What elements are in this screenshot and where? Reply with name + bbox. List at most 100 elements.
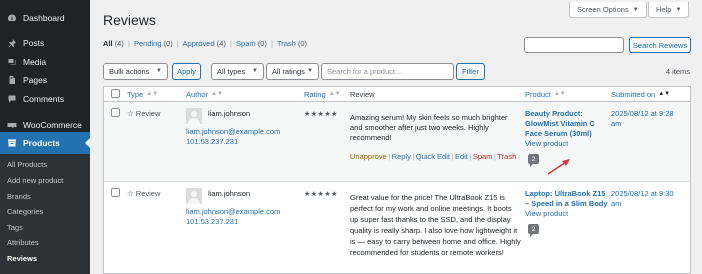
view-product-link[interactable]: View product	[525, 139, 568, 149]
submenu-tags[interactable]: Tags	[7, 223, 23, 232]
types-select[interactable]: All types ▼	[211, 63, 264, 80]
filter-approved[interactable]: Approved	[183, 39, 215, 48]
submenu-all-products[interactable]: All Products	[7, 160, 47, 169]
sort-icon: ▲▼	[146, 91, 159, 97]
page-title: Reviews	[103, 12, 156, 28]
reviews-table: Type ▲▼ Author ▲▼ Rating ▲▼ Review Product ▲…	[103, 86, 691, 274]
caret-down-icon: ▼	[632, 6, 639, 13]
author-ip-link[interactable]: 101.53.237.231	[186, 137, 238, 147]
review-text-line: Amazing serum! My skin feels so much bri…	[350, 113, 508, 122]
avatar	[186, 108, 202, 124]
separator: |	[270, 39, 273, 48]
menu-comments[interactable]: Comments	[0, 88, 90, 110]
separator: |	[493, 152, 496, 161]
review-text-line: quality is really sharp. I also love how…	[350, 226, 518, 235]
product-search-input[interactable]: Search for a product...	[321, 63, 454, 80]
spam-link[interactable]: Spam	[473, 152, 493, 161]
media-icon	[7, 57, 17, 67]
status-filter-links: All (4) | Pending (0) | Approved (4) | S…	[103, 39, 307, 48]
submitted-on-link[interactable]: am	[611, 119, 621, 129]
trash-link[interactable]: Trash	[497, 152, 516, 161]
column-rating[interactable]: Rating ▲▼	[304, 87, 341, 101]
product-link-line[interactable]: Face Serum (30ml)	[525, 129, 592, 139]
column-author[interactable]: Author ▲▼	[186, 87, 223, 101]
column-label: Product	[525, 89, 551, 99]
screen-options-button[interactable]: Screen Options ▼	[569, 2, 647, 18]
filter-all[interactable]: All	[103, 39, 113, 48]
sort-icon: ▲▼	[211, 91, 223, 97]
separator: |	[469, 152, 472, 161]
author-email-link[interactable]: liam.johnson@example.com	[186, 207, 280, 217]
product-link-line[interactable]: Laptop: UltraBook Z15	[525, 189, 605, 199]
product-link-line[interactable]: Beauty Product:	[525, 109, 583, 119]
submenu-reviews[interactable]: Reviews	[7, 254, 37, 263]
chevron-down-icon: ▼	[252, 68, 258, 74]
help-label: Help	[656, 5, 672, 14]
review-text-line: up super fast thanks to the SSD, and the…	[350, 215, 511, 224]
search-reviews-button[interactable]: Search Reviews	[629, 37, 691, 53]
submenu-add-new-product[interactable]: Add new product	[7, 176, 63, 185]
row-checkbox[interactable]	[111, 108, 120, 117]
product-search-placeholder: Search for a product...	[327, 67, 402, 76]
search-reviews-input[interactable]	[524, 37, 624, 53]
chevron-down-icon: ▼	[307, 68, 313, 74]
submitted-on-link[interactable]: 2025/08/12 at 9:28	[611, 109, 674, 119]
review-text-line: Great value for the price! The UltraBook…	[350, 193, 505, 202]
menu-label: WooCommerce	[23, 120, 82, 130]
menu-dashboard[interactable]: Dashboard	[0, 7, 90, 29]
woocommerce-icon	[7, 120, 17, 130]
column-submitted-on[interactable]: Submitted on ▲▼	[611, 87, 670, 101]
rating-stars: ★★★★★	[304, 111, 338, 118]
filter-trash[interactable]: Trash	[277, 39, 296, 48]
reply-link[interactable]: Reply	[392, 152, 411, 161]
help-button[interactable]: Help ▼	[648, 2, 690, 18]
separator: |	[176, 39, 179, 48]
review-text-line: perfect for my work and online meetings.…	[350, 204, 512, 213]
product-link-line[interactable]: GlowMist Vitamin C	[525, 119, 595, 129]
rating-stars: ★★★★★	[304, 191, 338, 198]
filter-spam[interactable]: Spam	[236, 39, 256, 48]
filter-all-count: (4)	[114, 39, 124, 48]
filter-button[interactable]: Filter	[456, 63, 485, 80]
admin-sidebar: Dashboard Posts Media Pages Comments Woo…	[0, 0, 90, 274]
column-product[interactable]: Product ▲▼	[525, 87, 566, 101]
separator: |	[127, 39, 130, 48]
submenu-attributes[interactable]: Attributes	[7, 238, 39, 247]
view-product-link[interactable]: View product	[525, 209, 568, 219]
edit-link[interactable]: Edit	[455, 152, 468, 161]
menu-label: Pages	[23, 75, 48, 85]
archive-icon	[7, 138, 17, 148]
ratings-select[interactable]: All ratings ▼	[266, 63, 319, 80]
dashboard-icon	[7, 13, 17, 23]
product-link-line[interactable]: – Speed in a Slim Body	[525, 199, 608, 209]
unapprove-link[interactable]: Unapprove	[350, 152, 387, 161]
submenu-categories[interactable]: Categories	[7, 207, 43, 216]
apply-button[interactable]: Apply	[172, 63, 201, 80]
review-text-line: recommend!	[350, 133, 392, 142]
submitted-on-link[interactable]: am	[611, 199, 621, 209]
page-icon	[7, 75, 17, 85]
sort-icon: ▲▼	[553, 91, 566, 97]
comment-count-badge[interactable]: 2	[528, 224, 539, 237]
row-actions: Unapprove | Reply | Quick Edit | Edit | Spam | Tra…	[350, 152, 516, 161]
menu-products[interactable]: Products	[0, 132, 90, 154]
author-name: liam.johnson	[208, 109, 251, 118]
author-email-link[interactable]: liam.johnson@example.com	[186, 127, 280, 137]
screen-options-label: Screen Options	[577, 5, 629, 14]
quick-edit-link[interactable]: Quick Edit	[416, 152, 450, 161]
filter-pending[interactable]: Pending	[134, 39, 162, 48]
comment-count-badge[interactable]: 2	[528, 154, 539, 167]
bulk-actions-select[interactable]: Bulk actions ▼	[103, 63, 168, 80]
menu-label: Media	[23, 57, 47, 67]
column-type[interactable]: Type ▲▼	[127, 87, 158, 101]
submenu-brands[interactable]: Brands	[7, 192, 31, 201]
separator: |	[412, 152, 415, 161]
sort-active-icon: ▲▼	[658, 91, 671, 97]
select-all-checkbox[interactable]	[111, 89, 120, 98]
separator: |	[229, 39, 232, 48]
row-checkbox[interactable]	[111, 188, 120, 197]
author-ip-link[interactable]: 101.53.237.231	[186, 217, 238, 227]
submitted-on-link[interactable]: 2025/08/12 at 9:30	[611, 189, 674, 199]
items-count: 4 items	[665, 67, 690, 76]
table-row: ☆ Review liam.johnson liam.johnson@examp…	[104, 182, 690, 274]
